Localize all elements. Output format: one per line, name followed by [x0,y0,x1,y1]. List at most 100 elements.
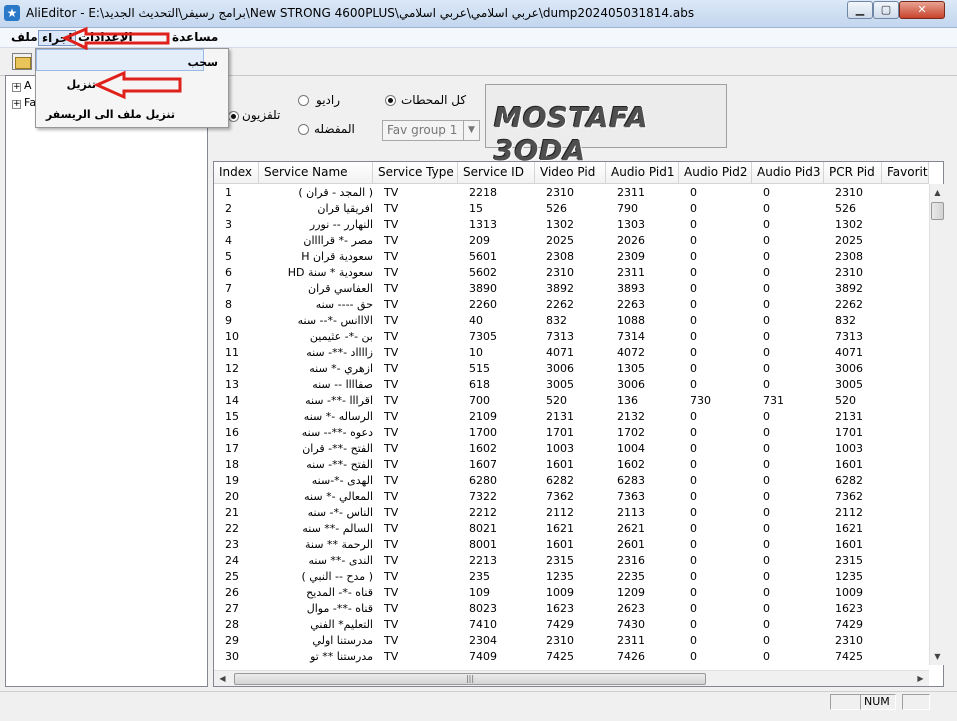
table-cell: 7322 [469,490,497,503]
table-cell: 0 [763,298,770,311]
chevron-down-icon[interactable]: ▼ [463,121,479,140]
table-row[interactable]: 2 افريقيا قران TV 15 526 790 0 0 526 [214,201,929,217]
expand-icon[interactable]: + [12,83,21,92]
column-header[interactable]: Service ID [458,162,535,184]
all-channels-radio[interactable] [385,95,396,106]
table-row[interactable]: 18 الفتح -**- سنه TV 1607 1601 1602 0 0 1601 [214,457,929,473]
logo-panel: MOSTAFA 3ODA [485,84,727,167]
table-row[interactable]: 7 العفاسي قران TV 3890 3892 3893 0 0 3892 [214,281,929,297]
scroll-down-icon[interactable]: ▼ [930,648,945,665]
table-row[interactable]: 24 الندى -** سنه TV 2213 2315 2316 0 0 2315 [214,553,929,569]
close-button[interactable]: ✕ [899,1,945,19]
maximize-button[interactable]: ▢ [873,1,899,19]
table-cell: زااااد -**- سنه [306,346,373,359]
column-header[interactable]: Audio Pid3 [752,162,824,184]
table-row[interactable]: 11 زااااد -**- سنه TV 10 4071 4072 0 0 4071 [214,345,929,361]
table-cell: 0 [763,362,770,375]
horizontal-scroll-thumb[interactable]: ||| [234,673,706,685]
table-cell: 27 [225,602,239,615]
vertical-scroll-thumb[interactable] [931,202,944,220]
horizontal-scrollbar[interactable]: ◀ ||| ▶ [214,670,929,686]
tree-node[interactable]: + A [12,79,32,92]
vertical-scrollbar[interactable]: ▲ ▼ [929,184,944,665]
scroll-left-icon[interactable]: ◀ [214,671,231,687]
table-row[interactable]: 17 الفتح -**- قران TV 1602 1003 1004 0 0 1003 [214,441,929,457]
column-header[interactable]: Index [214,162,259,184]
table-cell: 7362 [546,490,574,503]
tv-radio-label: تلفزيون [242,108,281,122]
table-row[interactable]: 13 صفاااا -- سنه TV 618 3005 3006 0 0 3005 [214,377,929,393]
table-row[interactable]: 1 ( المجد - قران ) TV 2218 2310 2311 0 0 2310 [214,185,929,201]
table-cell: 1004 [617,442,645,455]
favorites-radio[interactable] [298,124,309,135]
table-row[interactable]: 9 الااانس -*-- سنه TV 40 832 1088 0 0 832 [214,313,929,329]
table-cell: 0 [763,634,770,647]
column-header[interactable]: Service Name [259,162,373,184]
table-row[interactable]: 4 مصر -* قراااان TV 209 2025 2026 0 0 2025 [214,233,929,249]
table-cell: TV [384,634,399,647]
table-row[interactable]: 5 سعودية قران H TV 5601 2308 2309 0 0 2308 [214,249,929,265]
table-cell: 40 [469,314,483,327]
menu-item-pull[interactable]: سحب [188,56,218,69]
table-row[interactable]: 22 السالم -** سنه TV 8021 1621 2621 0 0 1621 [214,521,929,537]
column-header[interactable]: Service Type [373,162,458,184]
table-row[interactable]: 10 بن -*- عثيمين TV 7305 7313 7314 0 0 7313 [214,329,929,345]
table-cell: 0 [763,586,770,599]
table-cell: 7314 [617,330,645,343]
table-cell: TV [384,458,399,471]
table-cell: 2316 [617,554,645,567]
table-row[interactable]: 28 التعليم* الفني TV 7410 7429 7430 0 0 7429 [214,617,929,633]
menu-file[interactable]: ملف [11,30,38,44]
column-header[interactable]: PCR Pid [824,162,882,184]
table-row[interactable]: 6 سعودية * سنة HD TV 5602 2310 2311 0 0 2310 [214,265,929,281]
table-row[interactable]: 26 قناه -*- المديح TV 109 1009 1209 0 0 1009 [214,585,929,601]
tree-node[interactable]: + Fa [12,96,36,109]
table-cell: 2601 [617,538,645,551]
scroll-up-icon[interactable]: ▲ [930,184,945,201]
minimize-button[interactable]: ▁ [847,1,873,19]
table-cell: 7429 [546,618,574,631]
column-header[interactable]: Video Pid [535,162,606,184]
table-row[interactable]: 21 الناس -*- سنه TV 2212 2112 2113 0 0 2112 [214,505,929,521]
column-header[interactable]: Audio Pid1 [606,162,679,184]
table-row[interactable]: 23 الرحمة ** سنة TV 8001 1601 2601 0 0 1601 [214,537,929,553]
table-cell: 0 [763,410,770,423]
table-row[interactable]: 12 ازهري -* سنه TV 515 3006 1305 0 0 3006 [214,361,929,377]
table-cell: TV [384,218,399,231]
table-cell: TV [384,554,399,567]
table-row[interactable]: 15 الرساله -* سنه TV 2109 2131 2132 0 0 2131 [214,409,929,425]
satellite-tree[interactable]: + A + Fa [5,75,208,687]
table-cell: 24 [225,554,239,567]
open-folder-icon[interactable] [12,53,32,70]
table-row[interactable]: 14 اقرااا -**- سنه TV 700 520 136 730 731 520 [214,393,929,409]
tree-node-label: A [24,79,32,92]
table-cell: TV [384,314,399,327]
menu-help[interactable]: مساعدة [172,30,218,44]
table-cell: 2 [225,202,232,215]
tv-radio[interactable] [228,111,239,122]
table-row[interactable]: 29 مدرستنا اولي TV 2304 2310 2311 0 0 2310 [214,633,929,649]
table-row[interactable]: 27 قناه -**- موال TV 8023 1623 2623 0 0 1623 [214,601,929,617]
table-cell: 17 [225,442,239,455]
table-row[interactable]: 3 النهارر -- نورر TV 1313 1302 1303 0 0 1302 [214,217,929,233]
column-header[interactable]: Audio Pid2 [679,162,752,184]
expand-icon[interactable]: + [12,100,21,109]
table-row[interactable]: 8 حق ---- سنه TV 2260 2262 2263 0 0 2262 [214,297,929,313]
fav-group-select[interactable]: Fav group 1 ▼ [382,120,480,141]
table-row[interactable]: 20 المعالي -* سنه TV 7322 7362 7363 0 0 7362 [214,489,929,505]
menu-item-download-highlight[interactable] [36,49,204,71]
table-cell: 5602 [469,266,497,279]
table-cell: 7 [225,282,232,295]
table-cell: TV [384,506,399,519]
table-row[interactable]: 16 دعوه -**-- سنه TV 1700 1701 1702 0 0 1701 [214,425,929,441]
scroll-right-icon[interactable]: ▶ [912,671,929,687]
menu-item-download[interactable]: تنزيل [67,78,96,91]
table-row[interactable]: 25 ( مدح -- النبي ) TV 235 1235 2235 0 0 1235 [214,569,929,585]
table-cell: 0 [763,570,770,583]
menu-item-upload-to-receiver[interactable]: تنزيل ملف الى الريسفر [46,108,175,121]
table-cell: 8023 [469,602,497,615]
radio-radio[interactable] [298,95,309,106]
table-row[interactable]: 19 الهدى -*-سنه TV 6280 6282 6283 0 0 6282 [214,473,929,489]
column-header[interactable]: Favorite [882,162,929,184]
table-row[interactable]: 30 مدرستنا ** تو TV 7409 7425 7426 0 0 7425 [214,649,929,665]
